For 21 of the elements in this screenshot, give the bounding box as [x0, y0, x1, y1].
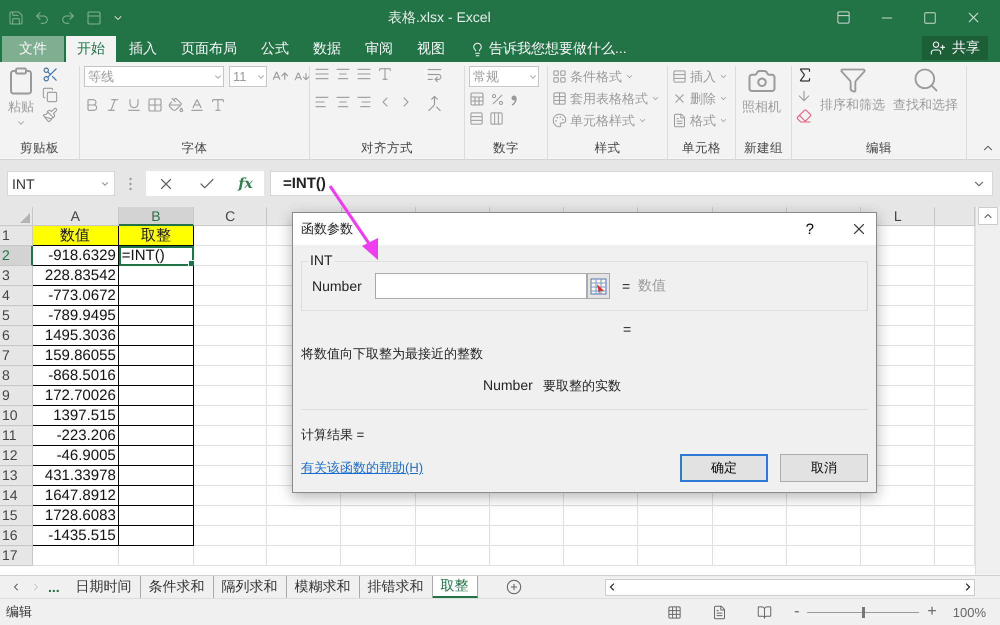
- result-label: 计算结果 =: [301, 426, 366, 444]
- argument-hint: 数值: [638, 277, 666, 295]
- group-label: 样式: [594, 140, 622, 157]
- argument-name: Number: [483, 377, 533, 395]
- equals-sign: =: [623, 321, 632, 337]
- group-label: 字体: [180, 140, 208, 157]
- function-name: INT: [308, 252, 335, 268]
- group-label: 数字: [492, 140, 520, 157]
- argument-description: 要取整的实数: [542, 377, 621, 395]
- group-label: 对齐方式: [360, 140, 414, 157]
- equals-sign: =: [622, 278, 630, 294]
- group-label: 编辑: [865, 140, 893, 157]
- status-mode: 编辑: [6, 603, 33, 621]
- group-label: 单元格: [681, 140, 722, 157]
- function-description: 将数值向下取整为最接近的整数: [301, 345, 484, 363]
- argument-label: Number: [312, 278, 363, 294]
- group-label: 剪贴板: [19, 140, 60, 157]
- dialog-title: 函数参数: [301, 220, 354, 238]
- zoom-level: 100%: [952, 604, 986, 620]
- window-title: 表格.xlsx - Excel: [388, 8, 492, 26]
- group-label: 新建组: [743, 140, 784, 157]
